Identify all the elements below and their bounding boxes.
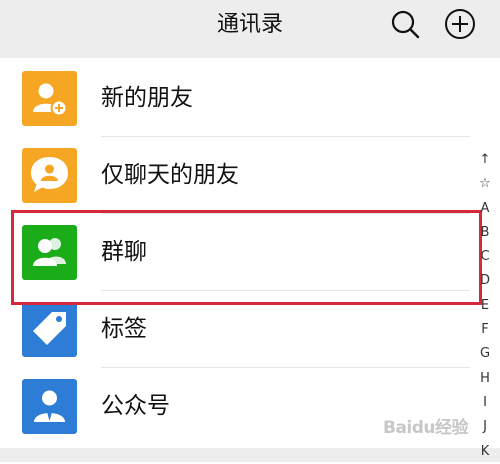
index-item[interactable]: E — [475, 294, 495, 318]
baidu-watermark: Baidu经验 — [383, 407, 495, 441]
list-item-label: 仅聊天的朋友 — [101, 162, 239, 188]
index-item[interactable]: C — [475, 245, 495, 269]
index-item[interactable]: K — [475, 440, 495, 464]
add-friend-icon — [22, 71, 77, 126]
list-item-label: 新的朋友 — [101, 85, 193, 111]
list-item-label: 标签 — [101, 316, 147, 342]
search-icon — [391, 10, 420, 39]
index-item[interactable]: A — [475, 197, 495, 221]
group-chat-icon — [22, 225, 77, 280]
add-button[interactable] — [443, 7, 477, 41]
index-item[interactable]: ☆ — [475, 172, 495, 196]
search-button[interactable] — [388, 7, 422, 41]
watermark-text: Baidu经验 — [383, 418, 469, 438]
index-item[interactable]: B — [475, 221, 495, 245]
plus-circle-icon — [445, 9, 475, 39]
navigation-bar: 通讯录 — [0, 0, 500, 58]
list-item-group-chats[interactable]: 群聊 — [0, 214, 470, 291]
list-item-tags[interactable]: 标签 — [0, 291, 470, 368]
index-item[interactable]: G — [475, 342, 495, 366]
index-item[interactable]: F — [475, 318, 495, 342]
list-item-chat-only-friends[interactable]: 仅聊天的朋友 — [0, 137, 470, 214]
list-item-label: 群聊 — [101, 239, 147, 265]
chat-friend-icon — [22, 148, 77, 203]
index-item[interactable]: H — [475, 367, 495, 391]
list-item-label: 公众号 — [101, 393, 170, 419]
page-title: 通讯录 — [216, 12, 283, 37]
index-item[interactable]: ↑ — [475, 148, 495, 172]
bottom-strip — [0, 448, 500, 462]
official-account-icon — [22, 379, 77, 434]
list-item-new-friends[interactable]: 新的朋友 — [0, 60, 470, 137]
index-item[interactable]: D — [475, 269, 495, 293]
tag-icon — [22, 302, 77, 357]
